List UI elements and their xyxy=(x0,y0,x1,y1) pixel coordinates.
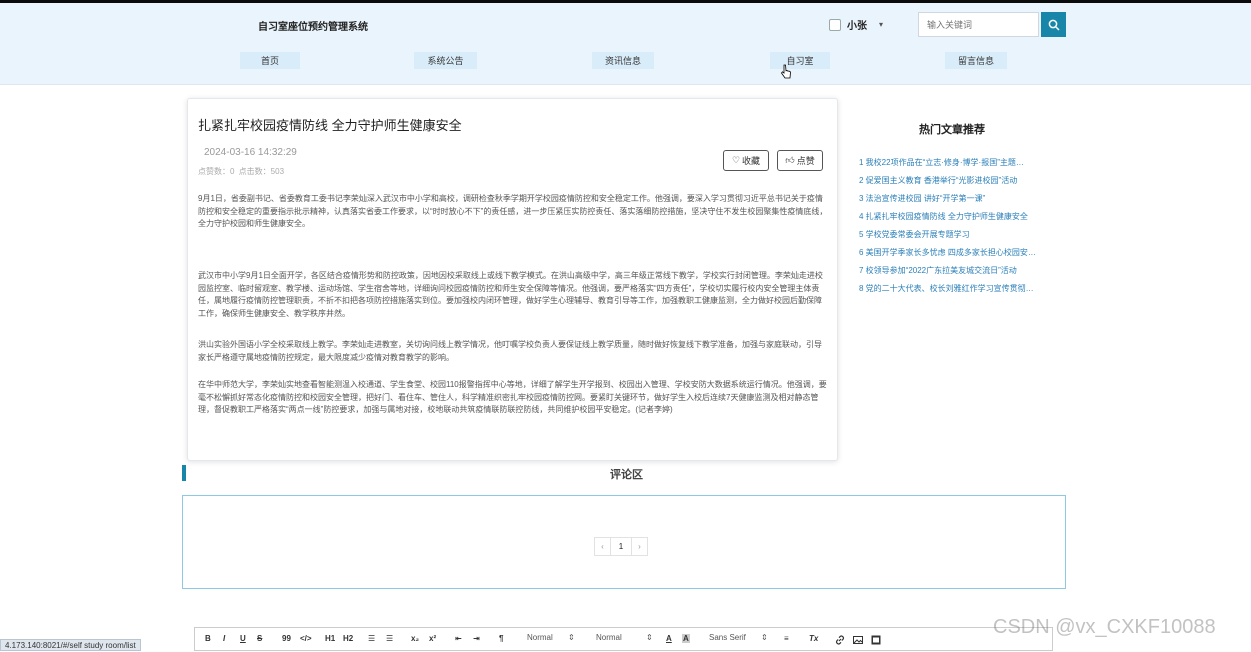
italic-button[interactable]: I xyxy=(223,634,225,643)
text-color-button[interactable]: A xyxy=(666,634,672,643)
hot-articles-list: 1 我校22项作品在“立志·修身·博学·报国”主题… 2 促爱国主义教育 香港举… xyxy=(859,157,1054,301)
hot-article-link[interactable]: 2 促爱国主义教育 香港举行“光影进校园”活动 xyxy=(859,175,1054,193)
search-input[interactable] xyxy=(918,12,1039,37)
pagination: ‹ 1 › xyxy=(594,537,648,556)
article-stats: 点赞数：0 点击数：503 xyxy=(198,167,285,176)
nav-announcements[interactable]: 系统公告 xyxy=(414,52,477,69)
article-title: 扎紧扎牢校园疫情防线 全力守护师生健康安全 xyxy=(198,118,462,133)
like-label: 点赞 xyxy=(796,156,815,166)
article-time: 2024-03-16 14:32:29 xyxy=(204,147,297,158)
like-button[interactable]: 👍︎ 点赞 xyxy=(777,150,823,171)
article-paragraph: 武汉市中小学9月1日全面开学，各区结合疫情形势和防控政策，因地因校采取线上或线下… xyxy=(198,271,823,318)
thumbs-up-icon: 👍︎ xyxy=(785,155,795,165)
pager-page-1[interactable]: 1 xyxy=(610,537,632,556)
chevron-updown-icon: ⇕ xyxy=(646,633,653,642)
font-size-select[interactable]: Normal xyxy=(527,633,553,642)
hand-cursor-icon xyxy=(780,64,791,79)
indent-button[interactable]: ⇥ xyxy=(473,634,480,643)
article-card: 扎紧扎牢校园疫情防线 全力守护师生健康安全 2024-03-16 14:32:2… xyxy=(187,98,838,461)
article-paragraph: 洪山实验外国语小学全校采取线上教学。李荣灿走进教室，关切询问线上教学情况，他叮嘱… xyxy=(198,340,822,362)
hot-article-link[interactable]: 8 党的二十大代表、校长刘雅红作学习宣传贯彻… xyxy=(859,283,1054,301)
collect-label: 收藏 xyxy=(742,156,761,166)
code-block-button[interactable]: </> xyxy=(300,634,312,643)
chevron-updown-icon: ⇕ xyxy=(568,633,575,642)
chevron-down-icon: ▾ xyxy=(879,20,884,29)
nav-study-room[interactable]: 自习室 xyxy=(770,52,830,69)
chevron-updown-icon: ⇕ xyxy=(761,633,768,642)
heart-icon: ♡ xyxy=(731,155,741,165)
pager-prev-button[interactable]: ‹ xyxy=(594,537,611,556)
article-paragraph: 9月1日，省委副书记、省委教育工委书记李荣灿深入武汉市中小学和高校，调研检查秋季… xyxy=(198,194,828,229)
strike-button[interactable]: S xyxy=(257,634,262,643)
hot-article-link[interactable]: 7 校领导参加“2022广东拉美友城交流日”活动 xyxy=(859,265,1054,283)
ordered-list-button[interactable]: ☰ xyxy=(368,634,375,643)
blockquote-button[interactable]: 99 xyxy=(282,634,291,643)
avatar-icon xyxy=(829,18,841,31)
search-button[interactable] xyxy=(1041,12,1066,37)
pager-next-button[interactable]: › xyxy=(631,537,648,556)
outdent-button[interactable]: ⇤ xyxy=(455,634,462,643)
hot-article-link[interactable]: 3 法治宣传进校园 讲好“开学第一课” xyxy=(859,193,1054,211)
hot-articles-title: 热门文章推荐 xyxy=(919,124,985,136)
hot-article-link[interactable]: 4 扎紧扎牢校园疫情防线 全力守护师生健康安全 xyxy=(859,211,1054,229)
hot-article-link[interactable]: 1 我校22项作品在“立志·修身·博学·报国”主题… xyxy=(859,157,1054,175)
video-icon[interactable] xyxy=(871,635,881,645)
header-1-button[interactable]: H1 xyxy=(325,634,335,643)
site-title: 自习室座位预约管理系统 xyxy=(258,22,368,33)
subscript-button[interactable]: x₂ xyxy=(411,634,419,643)
article-paragraph: 在华中师范大学，李荣灿实地查看智能测温入校通道、学生食堂、校园110报警指挥中心… xyxy=(198,380,827,415)
comment-section-marker xyxy=(182,465,186,481)
underline-button[interactable]: U xyxy=(240,634,246,643)
text-direction-button[interactable]: ¶ xyxy=(499,634,503,643)
font-family-select[interactable]: Sans Serif xyxy=(709,633,746,642)
link-icon[interactable] xyxy=(835,635,845,645)
bullet-list-button[interactable]: ☰ xyxy=(386,634,393,643)
nav-home[interactable]: 首页 xyxy=(240,52,300,69)
clear-format-button[interactable]: Tx xyxy=(809,634,818,643)
nav-news[interactable]: 资讯信息 xyxy=(592,52,654,69)
collect-button[interactable]: ♡ 收藏 xyxy=(723,150,769,171)
header-select[interactable]: Normal xyxy=(596,633,622,642)
user-menu[interactable]: 小张 ▾ xyxy=(829,17,883,32)
header-2-button[interactable]: H2 xyxy=(343,634,353,643)
rich-text-toolbar: B I U S 99 </> H1 H2 ☰ ☰ x₂ x² ⇤ ⇥ ¶ Nor… xyxy=(194,627,1053,651)
site-header: 自习室座位预约管理系统 小张 ▾ 首页 系统公告 资讯信息 自习室 留言信息 xyxy=(0,3,1251,85)
user-name: 小张 xyxy=(847,21,867,32)
align-button[interactable]: ≡ xyxy=(784,634,789,643)
search-icon xyxy=(1048,19,1060,31)
image-icon[interactable] xyxy=(853,635,863,645)
bold-button[interactable]: B xyxy=(205,634,211,643)
browser-status-url: 4.173.140:8021/#/self study room/list xyxy=(0,639,141,651)
watermark: CSDN @vx_CXKF10088 xyxy=(993,616,1216,638)
background-color-button[interactable]: A xyxy=(682,634,690,643)
superscript-button[interactable]: x² xyxy=(429,634,436,643)
hot-article-link[interactable]: 6 美国开学季家长多忧虑 四成多家长担心校园安… xyxy=(859,247,1054,265)
nav-messages[interactable]: 留言信息 xyxy=(945,52,1007,69)
hot-article-link[interactable]: 5 学校党委常委会开展专题学习 xyxy=(859,229,1054,247)
comment-section-title: 评论区 xyxy=(610,469,643,481)
